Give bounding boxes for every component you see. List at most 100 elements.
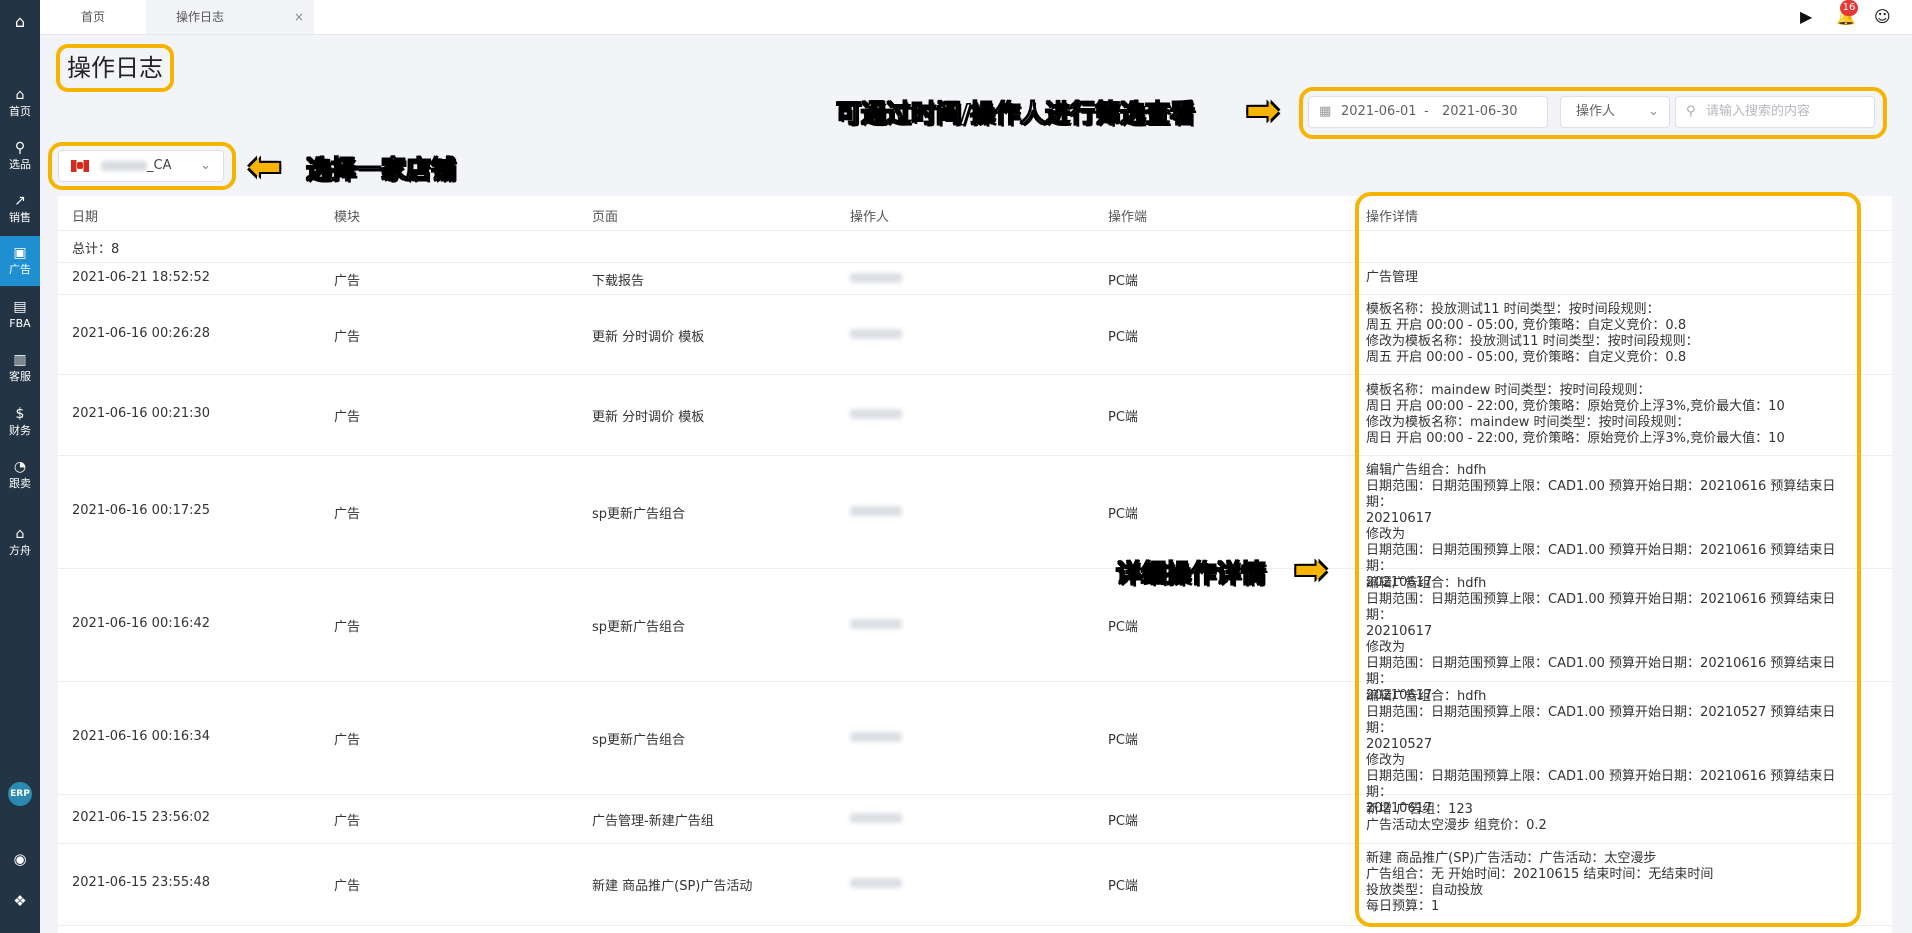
detail-line: 修改为模板名称：maindew 时间类型：按时间段规则： (1366, 415, 1690, 430)
details-annotation: 详细操作详情 (1115, 559, 1267, 589)
store-annotation: 选择一家店铺 (305, 155, 457, 185)
tab-label: 操作日志 (176, 10, 225, 24)
table-row: 2021-06-16 00:26:28 广告 更新 分时调价 模板 PC端 模板… (58, 294, 1892, 375)
row-details: 新建 商品推广(SP)广告活动：广告活动：太空漫步 广告组合：无 开始时间：20… (1366, 851, 1851, 915)
notification-badge: 16 (1840, 0, 1858, 16)
row-page: 更新 分时调价 模板 (592, 410, 705, 425)
erp-badge[interactable]: ERP (8, 782, 32, 806)
date-start[interactable]: 2021-06-01 (1341, 97, 1417, 127)
row-client: PC端 (1108, 330, 1138, 345)
row-client: PC端 (1108, 274, 1138, 289)
detail-line: 20210527 (1366, 737, 1433, 752)
row-module: 广告 (334, 410, 361, 425)
detail-line: 新增 广告组：123 (1366, 802, 1473, 817)
row-module: 广告 (334, 814, 361, 829)
row-details: 广告管理 (1366, 270, 1851, 286)
row-client: PC端 (1108, 733, 1138, 748)
detail-line: 周日 开启 00:00 - 22:00, 竞价策略：原始竞价上浮3%,竞价最大值… (1366, 431, 1785, 446)
row-module: 广告 (334, 330, 361, 345)
filter-annotation: 可通过时间/操作人进行筛选查看 (835, 99, 1196, 129)
page-title: 操作日志 (56, 44, 174, 92)
sidebar-item-selection[interactable]: ⚲ 选品 (0, 131, 40, 181)
arrow-left-icon: ⬅ (248, 144, 282, 190)
sidebar-item-sales[interactable]: ↗ 销售 (0, 184, 40, 234)
sidebar-item-service[interactable]: ▥ 客服 (0, 343, 40, 393)
row-operator-blurred (850, 505, 902, 520)
detail-line: 修改为模板名称：投放测试11 时间类型：按时间段规则： (1366, 334, 1699, 349)
row-module: 广告 (334, 620, 361, 635)
chevron-down-icon: ⌄ (200, 158, 211, 173)
detail-line: 投放类型：自动投放 (1366, 883, 1484, 898)
service-icon: ▥ (13, 352, 27, 368)
pie-icon: ◔ (13, 459, 27, 475)
row-client: PC端 (1108, 507, 1138, 522)
gift-icon[interactable]: ❖ (0, 892, 40, 910)
header-details: 操作详情 (1366, 210, 1419, 225)
table-row: 2021-06-16 00:16:42 广告 sp更新广告组合 PC端 编辑广告… (58, 568, 1892, 703)
ark-icon: ⌂ (15, 526, 25, 542)
row-date: 2021-06-15 23:56:02 (72, 810, 211, 825)
row-operator-blurred (850, 877, 902, 892)
row-operator-blurred (850, 731, 902, 746)
operator-select[interactable]: 操作人 ⌄ (1560, 96, 1670, 128)
search-placeholder: 请输入搜索的内容 (1706, 104, 1811, 119)
detail-line: 周五 开启 00:00 - 05:00, 竞价策略：自定义竞价：0.8 (1366, 318, 1687, 333)
row-date: 2021-06-16 00:16:34 (72, 729, 211, 744)
detail-line: 广告组合：无 开始时间：20210615 结束时间：无结束时间 (1366, 867, 1714, 882)
logo-icon[interactable]: ⌂ (8, 10, 32, 34)
operator-select-value: 操作人 (1576, 104, 1616, 119)
fba-icon: ▤ (13, 299, 27, 315)
operation-log-table: 日期 模块 页面 操作人 操作端 操作详情 总计：8 2021-06-21 18… (58, 196, 1892, 933)
sidebar-item-ark[interactable]: ⌂ 方舟 (0, 517, 40, 567)
row-date: 2021-06-16 00:16:42 (72, 616, 211, 631)
row-client: PC端 (1108, 620, 1138, 635)
store-name-suffix: _CA (147, 158, 172, 173)
detail-line: 广告活动太空漫步 组竞价：0.2 (1366, 818, 1547, 833)
tab-home[interactable]: 首页 (40, 0, 146, 34)
arrow-right-icon: ➡ (1246, 88, 1280, 134)
table-header: 日期 模块 页面 操作人 操作端 操作详情 (58, 196, 1892, 231)
row-operator-blurred (850, 618, 902, 633)
table-row: 2021-06-16 00:21:30 广告 更新 分时调价 模板 PC端 模板… (58, 374, 1892, 456)
search-input[interactable]: ⚲ 请输入搜索的内容 (1675, 96, 1875, 128)
sidebar-item-fba[interactable]: ▤ FBA (0, 290, 40, 340)
sidebar-item-follow[interactable]: ◔ 跟卖 (0, 450, 40, 500)
sidebar: ⌂ ⌂ 首页 ⚲ 选品 ↗ 销售 ▣ 广告 ▤ FBA ▥ 客服 $ 财务 ◔ 跟卖 ⌂ 方舟 E… (0, 0, 40, 933)
row-details: 新增 广告组：123 广告活动太空漫步 组竞价：0.2 (1366, 802, 1851, 834)
sidebar-item-home[interactable]: ⌂ 首页 (0, 78, 40, 128)
detail-line: 新建 商品推广(SP)广告活动：广告活动：太空漫步 (1366, 851, 1657, 866)
header-module: 模块 (334, 210, 361, 225)
row-page: sp更新广告组合 (592, 733, 686, 748)
row-module: 广告 (334, 507, 361, 522)
detail-line: 修改为 (1366, 753, 1406, 768)
avatar[interactable]: ☺ (1874, 4, 1891, 30)
row-page: 下载报告 (592, 274, 645, 289)
search-icon: ⚲ (1686, 104, 1696, 119)
row-client: PC端 (1108, 410, 1138, 425)
detail-line: 编辑广告组合：hdfh (1366, 463, 1487, 478)
row-date: 2021-06-21 18:52:52 (72, 270, 211, 285)
row-page: 广告管理-新建广告组 (592, 814, 714, 829)
date-range-picker[interactable]: ▦ 2021-06-01 - 2021-06-30 (1308, 96, 1548, 128)
support-icon[interactable]: ◉ (0, 850, 40, 868)
row-details: 模板名称：maindew 时间类型：按时间段规则： 周日 开启 00:00 - … (1366, 383, 1851, 447)
sidebar-item-ads[interactable]: ▣ 广告 (0, 236, 40, 286)
close-icon[interactable]: × (294, 0, 304, 34)
canada-flag-icon (71, 160, 89, 172)
finance-icon: $ (15, 406, 25, 422)
chevron-down-icon: ⌄ (1648, 104, 1659, 119)
date-end[interactable]: 2021-06-30 (1442, 97, 1518, 127)
row-date: 2021-06-16 00:17:25 (72, 503, 211, 518)
sidebar-item-finance[interactable]: $ 财务 (0, 397, 40, 447)
tab-operation-log[interactable]: 操作日志 × (146, 0, 314, 34)
store-select[interactable]: _CA ⌄ (58, 150, 224, 182)
row-module: 广告 (334, 274, 361, 289)
arrow-right-icon: ➡ (1294, 547, 1328, 593)
table-row: 2021-06-16 00:17:25 广告 sp更新广告组合 PC端 编辑广告… (58, 455, 1892, 590)
row-client: PC端 (1108, 879, 1138, 894)
detail-line: 广告管理 (1366, 270, 1419, 285)
play-icon[interactable]: ▶ (1800, 4, 1812, 30)
total-count: 总计：8 (72, 242, 120, 257)
row-operator-blurred (850, 328, 902, 343)
store-name-blurred (101, 161, 147, 171)
